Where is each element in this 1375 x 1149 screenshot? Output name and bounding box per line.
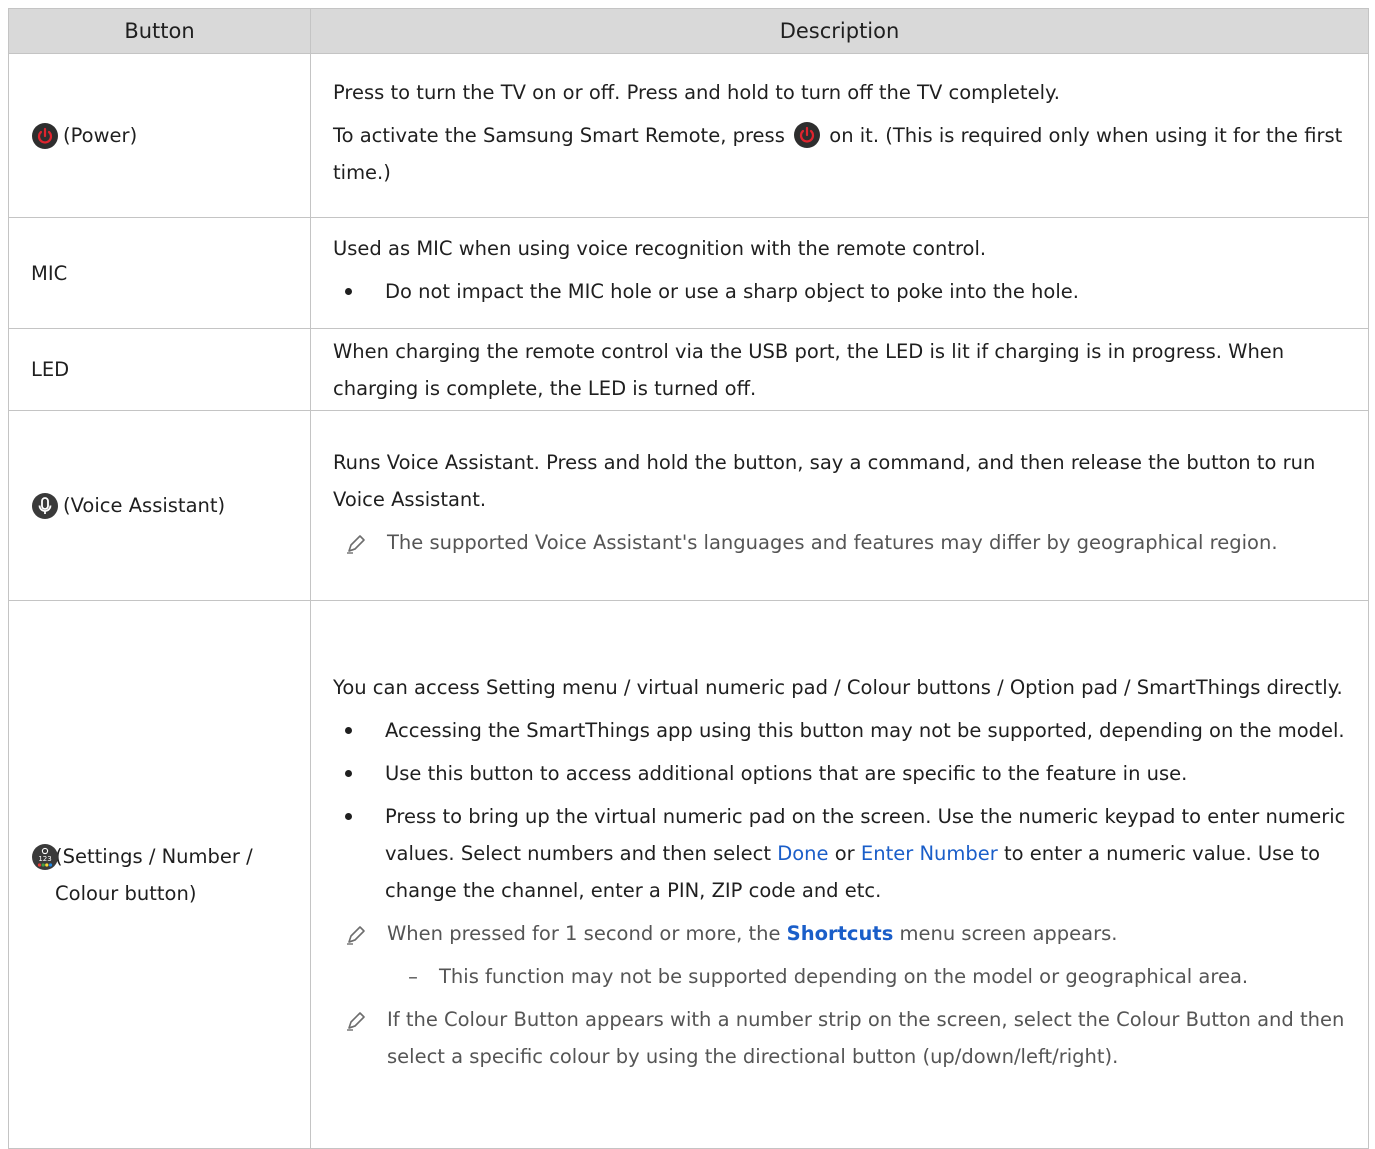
bullet-text: Press to bring up the virtual numeric pa… [385,798,1354,909]
bullet-text: Do not impact the MIC hole or use a shar… [385,280,1079,303]
note-text: If the Colour Button appears with a numb… [387,1007,1345,1068]
header-description: Description [310,8,1369,54]
note-text-part: When pressed for 1 second or more, the [387,921,781,945]
bullet-item: Accessing the SmartThings app using this… [333,712,1354,749]
bullet-dot [333,273,385,310]
pencil-note-icon [333,1001,387,1075]
description-cell-voice-assistant: Runs Voice Assistant. Press and hold the… [310,410,1369,601]
description-cell-power: Press to turn the TV on or off. Press an… [310,53,1369,218]
power-icon [793,121,821,149]
bullet-item: Do not impact the MIC hole or use a shar… [333,273,1354,310]
description-text: You can access Setting menu / virtual nu… [333,675,1343,699]
button-label-power: (Power) [63,124,138,147]
bullet-dot [333,712,385,749]
header-button: Button [8,8,311,54]
description-text-part: To activate the Samsung Smart Remote, pr… [333,124,785,147]
done-keyword: Done [777,841,829,865]
enter-number-keyword: Enter Number [860,841,998,865]
bullet-item: Use this button to access additional opt… [333,755,1354,792]
bullet-dot [333,798,385,909]
description-text: Runs Voice Assistant. Press and hold the… [333,451,1316,511]
table-header-row: Button Description [8,8,1369,54]
note-text: The supported Voice Assistant's language… [387,531,1278,554]
table-row: (Power) Press to turn the TV on or off. … [8,53,1369,218]
table-row: MIC Used as MIC when using voice recogni… [8,217,1369,329]
subnote-dash: – [408,964,418,988]
button-description-table: Button Description (Power) Press to turn… [8,8,1369,1149]
table-row: 123 (Settings / Number / Colour button) … [8,600,1369,1149]
button-label-led: LED [31,358,70,381]
description-text: When charging the remote control via the… [333,339,1285,400]
subnote-text: This function may not be supported depen… [439,964,1249,988]
microphone-icon [31,492,59,520]
description-cell-mic: Used as MIC when using voice recognition… [310,217,1369,329]
button-label-settings-number-colour: (Settings / Number / Colour button) [55,844,253,905]
description-cell-settings-number-colour: You can access Setting menu / virtual nu… [310,600,1369,1149]
note-text: When pressed for 1 second or more, the S… [387,915,1117,952]
bullet-text-part: or [834,841,855,865]
description-text: Used as MIC when using voice recognition… [333,237,987,260]
description-cell-led: When charging the remote control via the… [310,328,1369,411]
subnote-item: – This function may not be supported dep… [387,958,1354,995]
bullet-text: Use this button to access additional opt… [385,761,1188,785]
button-label-mic: MIC [31,261,68,285]
button-cell-voice-assistant: (Voice Assistant) [8,410,311,601]
shortcuts-keyword: Shortcuts [786,921,894,945]
note-item: The supported Voice Assistant's language… [333,524,1354,561]
settings-number-colour-icon: 123 [31,843,58,871]
button-cell-settings-number-colour: 123 (Settings / Number / Colour button) [8,600,311,1149]
button-cell-led: LED [8,328,311,411]
bullet-text: Accessing the SmartThings app using this… [385,718,1345,742]
power-icon [31,122,59,150]
description-text: Press to turn the TV on or off. Press an… [333,81,1060,104]
note-item: When pressed for 1 second or more, the S… [333,915,1354,952]
description-text: To activate the Samsung Smart Remote, pr… [333,117,1354,191]
manual-page: Button Description (Power) Press to turn… [8,8,1369,1149]
button-cell-mic: MIC [8,217,311,329]
pencil-note-icon [333,524,387,561]
table-row: LED When charging the remote control via… [8,328,1369,411]
bullet-dot [333,755,385,792]
svg-text:123: 123 [38,855,51,863]
bullet-item: Press to bring up the virtual numeric pa… [333,798,1354,909]
note-item: If the Colour Button appears with a numb… [333,1001,1354,1075]
button-cell-power: (Power) [8,53,311,218]
button-label-voice-assistant: (Voice Assistant) [63,494,226,517]
note-text-part: menu screen appears. [899,921,1118,945]
pencil-note-icon [333,915,387,952]
table-row: (Voice Assistant) Runs Voice Assistant. … [8,410,1369,601]
